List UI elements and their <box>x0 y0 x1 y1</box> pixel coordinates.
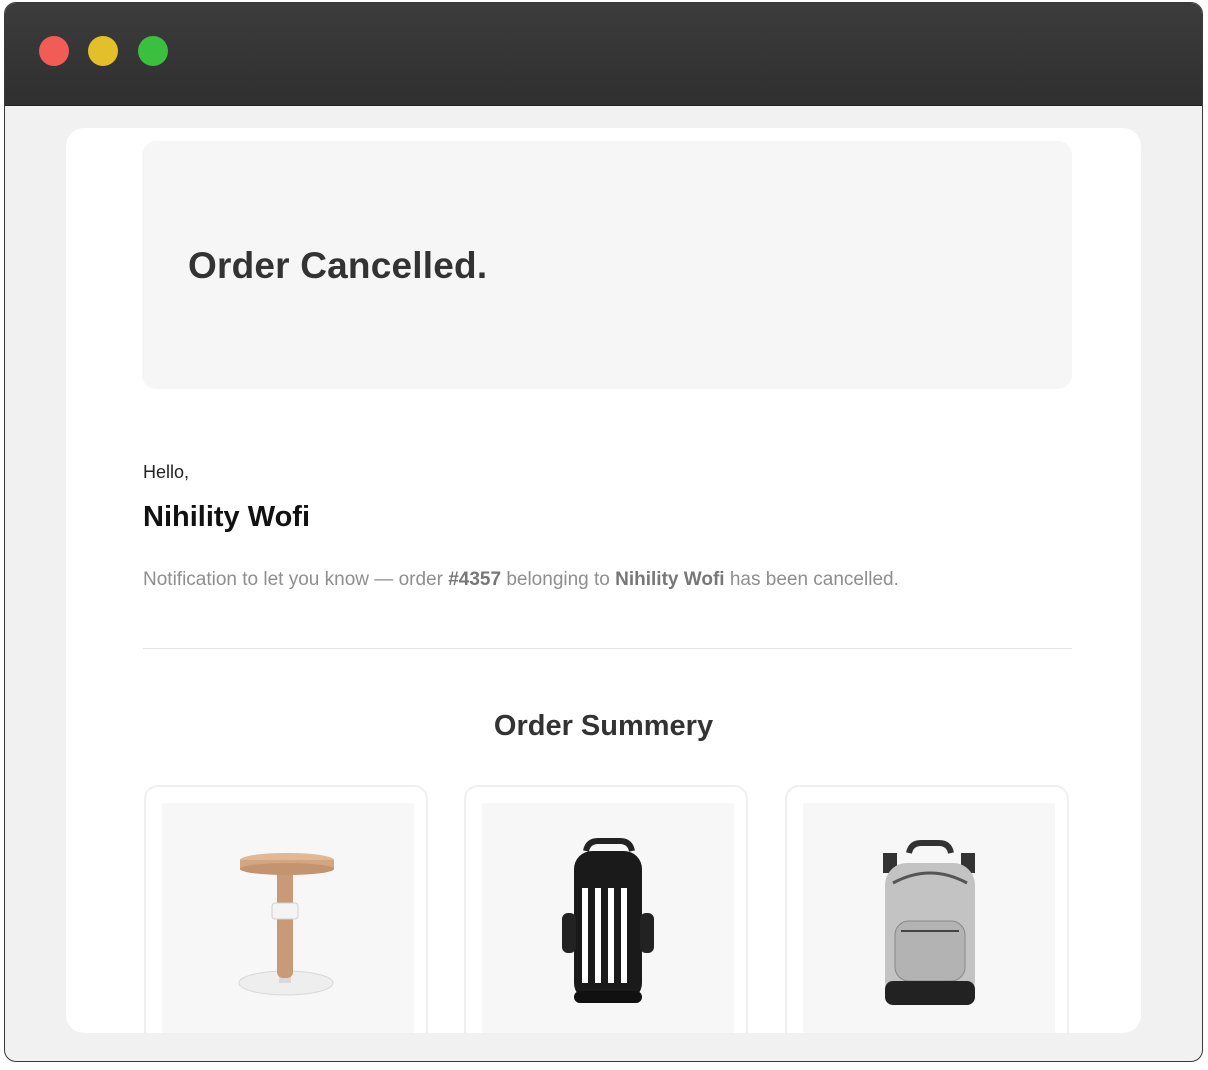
grey-backpack-image <box>803 803 1055 1033</box>
close-window-button[interactable] <box>39 36 69 66</box>
order-number: #4357 <box>448 569 502 590</box>
message-customer-name: Nihility Wofi <box>615 569 725 590</box>
cancellation-message: Notification to let you know — order #43… <box>143 569 899 591</box>
customer-name: Nihility Wofi <box>143 501 311 533</box>
email-card: Order Cancelled. Hello, Nihility Wofi No… <box>66 128 1141 1033</box>
zoom-window-button[interactable] <box>138 36 168 66</box>
product-card-black-backpack[interactable] <box>464 785 748 1033</box>
minimize-window-button[interactable] <box>88 36 118 66</box>
hero-title: Order Cancelled. <box>188 245 488 286</box>
message-suffix: has been cancelled. <box>724 569 899 590</box>
product-card-stool[interactable] <box>144 785 428 1033</box>
window-titlebar <box>5 3 1202 106</box>
hero-banner: Order Cancelled. <box>142 141 1072 389</box>
wooden-stool-image <box>162 803 414 1033</box>
order-summary-title: Order Summery <box>493 710 714 742</box>
product-card-grey-backpack[interactable] <box>785 785 1069 1033</box>
message-prefix: Notification to let you know — order <box>143 569 449 590</box>
black-striped-backpack-image <box>482 803 734 1033</box>
message-middle: belonging to <box>501 569 616 590</box>
greeting-text: Hello, <box>143 462 190 482</box>
browser-window: Order Cancelled. Hello, Nihility Wofi No… <box>4 2 1203 1062</box>
section-divider <box>143 648 1072 649</box>
